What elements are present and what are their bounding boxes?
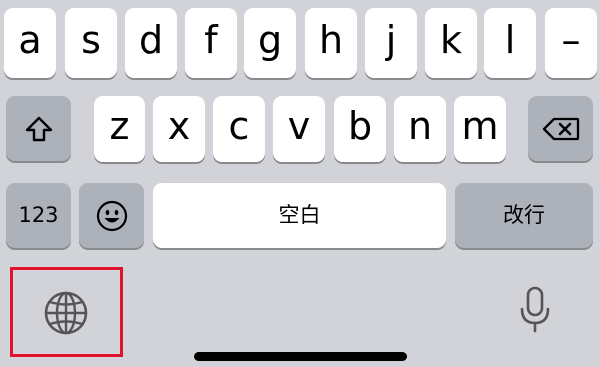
key-label: f	[204, 18, 218, 62]
key-v[interactable]: v	[273, 96, 325, 162]
key-h[interactable]: h	[305, 8, 357, 78]
shift-key[interactable]	[6, 96, 71, 161]
key-label: x	[167, 104, 191, 148]
key-label: n	[407, 104, 433, 148]
key-k[interactable]: k	[425, 8, 477, 78]
key-label: m	[461, 104, 499, 148]
numbers-key-label: 123	[18, 203, 59, 227]
key-z[interactable]: z	[94, 96, 145, 162]
key-label: g	[257, 18, 283, 62]
numbers-key[interactable]: 123	[6, 183, 71, 248]
key-label: –	[561, 18, 581, 62]
key-label: z	[109, 104, 130, 148]
key-label: b	[347, 104, 373, 148]
globe-icon	[43, 290, 89, 336]
microphone-button[interactable]	[510, 280, 560, 340]
key-label: h	[318, 18, 344, 62]
key-g[interactable]: g	[244, 8, 296, 78]
key-l[interactable]: l	[484, 8, 536, 78]
backspace-key[interactable]	[528, 96, 593, 161]
key-dash[interactable]: –	[545, 8, 597, 78]
key-f[interactable]: f	[185, 8, 237, 78]
return-key[interactable]: 改行	[455, 183, 593, 248]
shift-icon	[24, 115, 54, 143]
space-key-label: 空白	[278, 203, 321, 227]
key-label: s	[81, 18, 101, 62]
key-a[interactable]: a	[4, 8, 56, 78]
key-label: a	[18, 18, 42, 62]
space-key[interactable]: 空白	[153, 183, 446, 248]
key-b[interactable]: b	[334, 96, 386, 162]
key-n[interactable]: n	[394, 96, 446, 162]
key-m[interactable]: m	[454, 96, 506, 162]
key-j[interactable]: j	[365, 8, 417, 78]
key-label: d	[138, 18, 164, 62]
backspace-icon	[542, 117, 580, 141]
return-key-label: 改行	[503, 203, 545, 227]
microphone-icon	[518, 285, 552, 335]
key-d[interactable]: d	[125, 8, 177, 78]
key-label: k	[439, 18, 462, 62]
key-label: j	[385, 18, 397, 62]
key-label: l	[504, 18, 516, 62]
globe-button[interactable]	[38, 285, 94, 341]
key-label: c	[228, 104, 250, 148]
key-c[interactable]: c	[213, 96, 265, 162]
key-x[interactable]: x	[153, 96, 205, 162]
home-indicator[interactable]	[194, 352, 407, 361]
key-label: v	[287, 104, 311, 148]
key-s[interactable]: s	[65, 8, 117, 78]
emoji-key[interactable]	[79, 183, 144, 248]
emoji-icon	[96, 200, 128, 232]
